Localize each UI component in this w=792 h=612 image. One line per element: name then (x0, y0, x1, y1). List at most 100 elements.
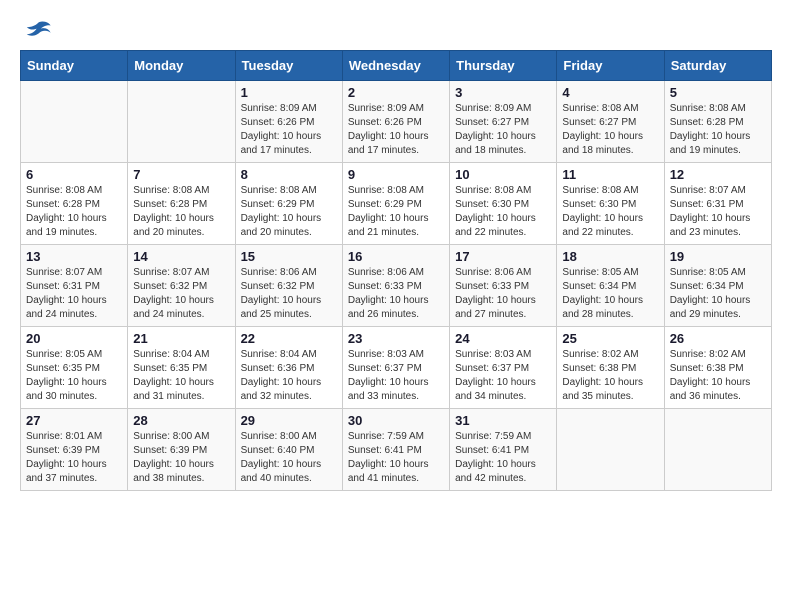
day-number: 9 (348, 167, 444, 182)
calendar-cell (664, 409, 771, 491)
day-info: Sunrise: 8:07 AMSunset: 6:31 PMDaylight:… (26, 266, 122, 322)
day-number: 1 (241, 85, 337, 100)
header-day-thursday: Thursday (450, 51, 557, 81)
calendar-cell: 17Sunrise: 8:06 AMSunset: 6:33 PMDayligh… (450, 245, 557, 327)
day-info: Sunrise: 8:08 AMSunset: 6:29 PMDaylight:… (348, 184, 444, 240)
day-info: Sunrise: 8:06 AMSunset: 6:32 PMDaylight:… (241, 266, 337, 322)
day-number: 26 (670, 331, 766, 346)
calendar-cell: 12 Sunrise: 8:07 AMSunset: 6:31 PMDayligh… (664, 163, 771, 245)
day-info: Sunrise: 8:07 AMSunset: 6:32 PMDaylight:… (133, 266, 229, 322)
calendar-cell: 8 Sunrise: 8:08 AMSunset: 6:29 PMDaylight… (235, 163, 342, 245)
calendar-cell: 25 Sunrise: 8:02 AMSunset: 6:38 PMDayligh… (557, 327, 664, 409)
week-row-1: 1 Sunrise: 8:09 AMSunset: 6:26 PMDaylight… (21, 81, 772, 163)
day-info: Sunrise: 8:05 AMSunset: 6:34 PMDaylight:… (670, 266, 766, 322)
calendar-cell (557, 409, 664, 491)
calendar-cell: 9 Sunrise: 8:08 AMSunset: 6:29 PMDaylight… (342, 163, 449, 245)
logo-bird-icon (24, 20, 52, 40)
day-number: 13 (26, 249, 122, 264)
week-row-2: 6 Sunrise: 8:08 AMSunset: 6:28 PMDaylight… (21, 163, 772, 245)
calendar-cell: 2Sunrise: 8:09 AMSunset: 6:26 PMDaylight… (342, 81, 449, 163)
day-number: 15 (241, 249, 337, 264)
day-number: 29 (241, 413, 337, 428)
day-number: 22 (241, 331, 337, 346)
day-info: Sunrise: 8:04 AMSunset: 6:35 PMDaylight:… (133, 348, 229, 404)
day-info: Sunrise: 8:08 AMSunset: 6:30 PMDaylight:… (455, 184, 551, 240)
calendar-table: SundayMondayTuesdayWednesdayThursdayFrid… (20, 50, 772, 491)
calendar-cell: 29 Sunrise: 8:00 AMSunset: 6:40 PMDayligh… (235, 409, 342, 491)
day-info: Sunrise: 8:06 AMSunset: 6:33 PMDaylight:… (455, 266, 551, 322)
day-number: 12 (670, 167, 766, 182)
day-number: 30 (348, 413, 444, 428)
day-info: Sunrise: 8:03 AMSunset: 6:37 PMDaylight:… (455, 348, 551, 404)
day-info: Sunrise: 8:07 AMSunset: 6:31 PMDaylight:… (670, 184, 766, 240)
header-day-saturday: Saturday (664, 51, 771, 81)
day-number: 19 (670, 249, 766, 264)
day-info: Sunrise: 8:08 AMSunset: 6:28 PMDaylight:… (133, 184, 229, 240)
header-day-sunday: Sunday (21, 51, 128, 81)
day-number: 7 (133, 167, 229, 182)
week-row-4: 20 Sunrise: 8:05 AMSunset: 6:35 PMDayligh… (21, 327, 772, 409)
calendar-cell: 10 Sunrise: 8:08 AMSunset: 6:30 PMDayligh… (450, 163, 557, 245)
day-number: 20 (26, 331, 122, 346)
calendar-cell: 30 Sunrise: 7:59 AMSunset: 6:41 PMDayligh… (342, 409, 449, 491)
day-info: Sunrise: 8:05 AMSunset: 6:34 PMDaylight:… (562, 266, 658, 322)
calendar-cell: 11Sunrise: 8:08 AMSunset: 6:30 PMDayligh… (557, 163, 664, 245)
day-info: Sunrise: 7:59 AMSunset: 6:41 PMDaylight:… (348, 430, 444, 486)
day-info: Sunrise: 8:02 AMSunset: 6:38 PMDaylight:… (562, 348, 658, 404)
day-number: 25 (562, 331, 658, 346)
day-number: 11 (562, 167, 658, 182)
calendar-cell: 18 Sunrise: 8:05 AMSunset: 6:34 PMDayligh… (557, 245, 664, 327)
calendar-body: 1 Sunrise: 8:09 AMSunset: 6:26 PMDaylight… (21, 81, 772, 491)
day-number: 5 (670, 85, 766, 100)
day-info: Sunrise: 8:09 AMSunset: 6:26 PMDaylight:… (241, 102, 337, 158)
day-number: 8 (241, 167, 337, 182)
calendar-header: SundayMondayTuesdayWednesdayThursdayFrid… (21, 51, 772, 81)
week-row-5: 27Sunrise: 8:01 AMSunset: 6:39 PMDayligh… (21, 409, 772, 491)
header-day-wednesday: Wednesday (342, 51, 449, 81)
day-info: Sunrise: 7:59 AMSunset: 6:41 PMDaylight:… (455, 430, 551, 486)
calendar-cell: 16 Sunrise: 8:06 AMSunset: 6:33 PMDayligh… (342, 245, 449, 327)
calendar-cell: 6 Sunrise: 8:08 AMSunset: 6:28 PMDaylight… (21, 163, 128, 245)
calendar-cell: 28 Sunrise: 8:00 AMSunset: 6:39 PMDayligh… (128, 409, 235, 491)
header-day-tuesday: Tuesday (235, 51, 342, 81)
calendar-cell: 4Sunrise: 8:08 AMSunset: 6:27 PMDaylight… (557, 81, 664, 163)
calendar-cell: 3Sunrise: 8:09 AMSunset: 6:27 PMDaylight… (450, 81, 557, 163)
calendar-cell: 20 Sunrise: 8:05 AMSunset: 6:35 PMDayligh… (21, 327, 128, 409)
day-info: Sunrise: 8:08 AMSunset: 6:29 PMDaylight:… (241, 184, 337, 240)
calendar-cell: 21Sunrise: 8:04 AMSunset: 6:35 PMDayligh… (128, 327, 235, 409)
header-row: SundayMondayTuesdayWednesdayThursdayFrid… (21, 51, 772, 81)
day-info: Sunrise: 8:00 AMSunset: 6:39 PMDaylight:… (133, 430, 229, 486)
calendar-cell: 27Sunrise: 8:01 AMSunset: 6:39 PMDayligh… (21, 409, 128, 491)
day-number: 23 (348, 331, 444, 346)
calendar-cell: 14 Sunrise: 8:07 AMSunset: 6:32 PMDayligh… (128, 245, 235, 327)
calendar-cell: 24 Sunrise: 8:03 AMSunset: 6:37 PMDayligh… (450, 327, 557, 409)
day-number: 27 (26, 413, 122, 428)
calendar-cell: 23 Sunrise: 8:03 AMSunset: 6:37 PMDayligh… (342, 327, 449, 409)
day-number: 3 (455, 85, 551, 100)
day-info: Sunrise: 8:03 AMSunset: 6:37 PMDaylight:… (348, 348, 444, 404)
day-info: Sunrise: 8:05 AMSunset: 6:35 PMDaylight:… (26, 348, 122, 404)
page-header (20, 20, 772, 40)
calendar-cell: 31 Sunrise: 7:59 AMSunset: 6:41 PMDayligh… (450, 409, 557, 491)
day-number: 28 (133, 413, 229, 428)
day-number: 10 (455, 167, 551, 182)
day-info: Sunrise: 8:02 AMSunset: 6:38 PMDaylight:… (670, 348, 766, 404)
day-number: 31 (455, 413, 551, 428)
calendar-cell: 13 Sunrise: 8:07 AMSunset: 6:31 PMDayligh… (21, 245, 128, 327)
calendar-cell (128, 81, 235, 163)
week-row-3: 13 Sunrise: 8:07 AMSunset: 6:31 PMDayligh… (21, 245, 772, 327)
day-number: 4 (562, 85, 658, 100)
calendar-cell: 26 Sunrise: 8:02 AMSunset: 6:38 PMDayligh… (664, 327, 771, 409)
day-number: 6 (26, 167, 122, 182)
day-info: Sunrise: 8:08 AMSunset: 6:28 PMDaylight:… (26, 184, 122, 240)
calendar-cell: 19 Sunrise: 8:05 AMSunset: 6:34 PMDayligh… (664, 245, 771, 327)
day-info: Sunrise: 8:00 AMSunset: 6:40 PMDaylight:… (241, 430, 337, 486)
day-number: 14 (133, 249, 229, 264)
day-number: 18 (562, 249, 658, 264)
day-number: 16 (348, 249, 444, 264)
day-number: 24 (455, 331, 551, 346)
day-info: Sunrise: 8:06 AMSunset: 6:33 PMDaylight:… (348, 266, 444, 322)
header-day-monday: Monday (128, 51, 235, 81)
calendar-cell: 1 Sunrise: 8:09 AMSunset: 6:26 PMDaylight… (235, 81, 342, 163)
header-day-friday: Friday (557, 51, 664, 81)
